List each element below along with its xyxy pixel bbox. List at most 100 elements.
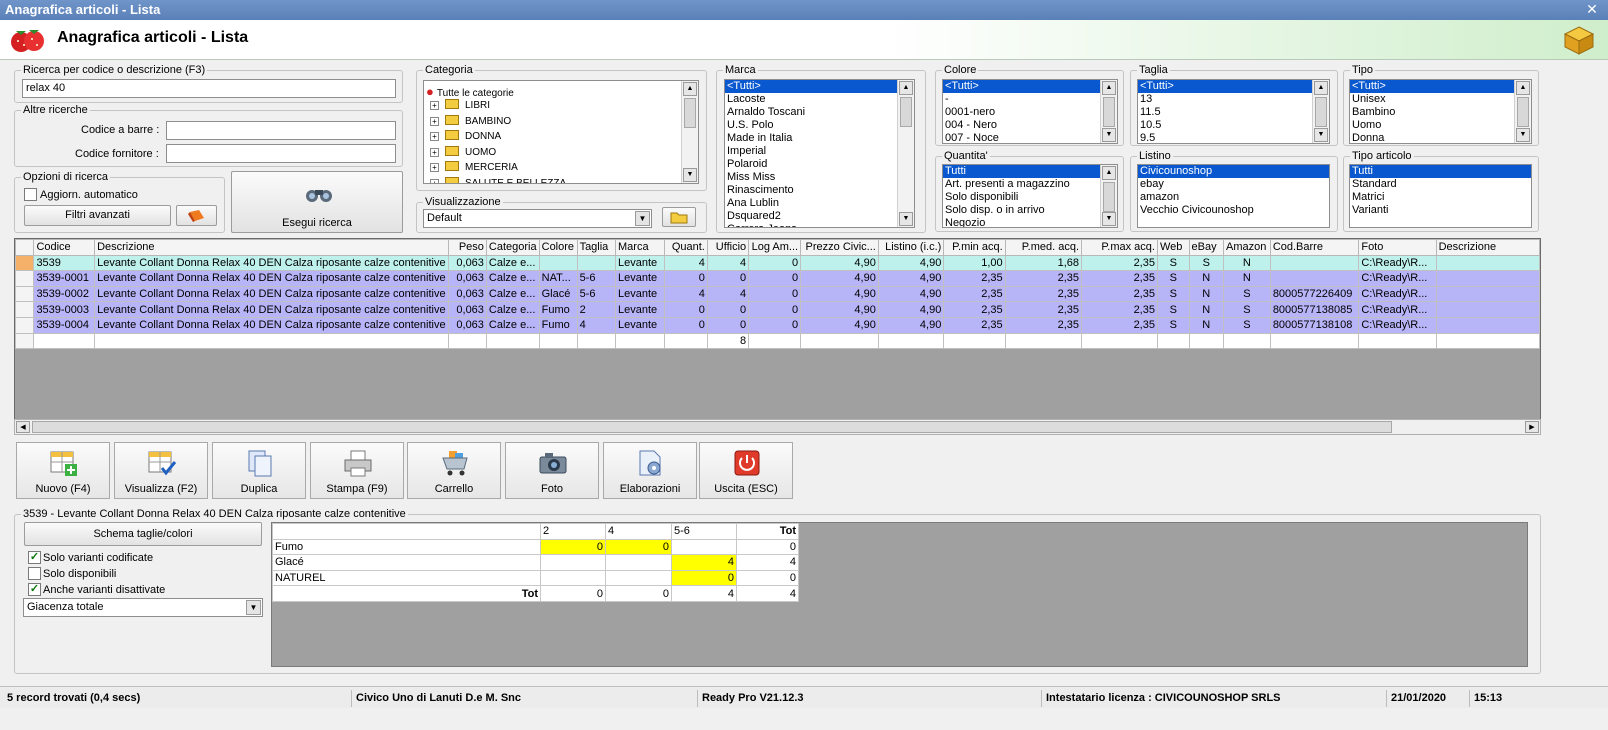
grid-cell-colore[interactable]: Fumo xyxy=(538,316,578,334)
scroll-thumb[interactable] xyxy=(1517,97,1529,127)
grid-cell-descrizione[interactable]: Levante Collant Donna Relax 40 DEN Calza… xyxy=(94,316,449,334)
grid-cell-categoria[interactable]: Calze e... xyxy=(485,316,540,334)
row-indicator[interactable] xyxy=(15,316,35,334)
scroll-up-icon[interactable]: ▲ xyxy=(1102,81,1116,95)
expand-icon[interactable]: + xyxy=(430,179,439,183)
photo-button[interactable]: Foto xyxy=(505,442,599,499)
grid-cell-categoria[interactable]: Calze e... xyxy=(485,254,540,272)
pricelist-option[interactable]: Civicounoshop xyxy=(1138,165,1329,178)
grid-scroll-thumb[interactable] xyxy=(32,421,1392,433)
grid-column-header[interactable]: Web xyxy=(1156,239,1190,256)
grid-cell-pmax[interactable]: 2,35 xyxy=(1081,254,1158,272)
only-available-checkbox[interactable] xyxy=(28,567,41,580)
grid-cell-listino[interactable]: 4,90 xyxy=(877,270,945,287)
scroll-thumb[interactable] xyxy=(1103,97,1115,127)
grid-cell-listino[interactable]: 4,90 xyxy=(877,316,945,334)
brand-option[interactable]: Carrera Jeans xyxy=(725,223,914,227)
clear-filters-button[interactable] xyxy=(176,205,217,226)
size-listbox[interactable]: <Tutti> 13 11.5 10.5 9.5 ▲ ▼ xyxy=(1137,79,1330,144)
grid-cell-taglia[interactable]: 5-6 xyxy=(576,270,617,287)
scroll-down-icon[interactable]: ▼ xyxy=(1314,128,1328,142)
grid-cell-barre[interactable]: 8000577138108 xyxy=(1269,316,1360,334)
category-item[interactable]: + SALUTE E BELLEZZA xyxy=(430,177,566,183)
grid-cell-web[interactable]: S xyxy=(1156,285,1190,303)
table-row[interactable]: 3539-0003 Levante Collant Donna Relax 40 … xyxy=(15,301,1540,318)
quantity-option[interactable]: Solo disponibili xyxy=(943,191,1117,204)
grid-column-header[interactable]: Taglia xyxy=(576,239,617,256)
article-type-option[interactable]: Matrici xyxy=(1350,191,1531,204)
category-item[interactable]: + BAMBINO xyxy=(430,114,511,127)
brand-option[interactable]: Miss Miss xyxy=(725,171,914,184)
grid-cell-prezzo[interactable]: 4,90 xyxy=(800,254,879,272)
size-option[interactable]: 9.5 xyxy=(1138,132,1329,143)
grid-column-header[interactable]: Foto xyxy=(1358,239,1437,256)
run-search-button[interactable]: Esegui ricerca xyxy=(231,171,403,233)
grid-cell-amazon[interactable]: N xyxy=(1222,270,1271,287)
type-option[interactable]: Unisex xyxy=(1350,93,1531,106)
grid-cell-codice[interactable]: 3539 xyxy=(33,254,96,272)
grid-cell-web[interactable]: S xyxy=(1156,316,1190,334)
grid-cell-peso[interactable]: 0,063 xyxy=(447,316,487,334)
color-option[interactable]: 004 - Nero xyxy=(943,119,1117,132)
grid-cell-barre[interactable] xyxy=(1269,270,1360,287)
listbox-scrollbar[interactable]: ▲ ▼ xyxy=(1514,80,1531,143)
stock-mode-select[interactable]: Giacenza totale ▼ xyxy=(23,598,263,617)
grid-cell-listino[interactable]: 4,90 xyxy=(877,301,945,318)
grid-cell-foto[interactable]: C:\Ready\R... xyxy=(1358,301,1437,318)
type-option[interactable]: <Tutti> xyxy=(1350,80,1531,93)
view-button[interactable]: Visualizza (F2) xyxy=(114,442,208,499)
scroll-up-icon[interactable]: ▲ xyxy=(1314,81,1328,95)
category-tree[interactable]: ● Tutte le categorie + LIBRI + BAMBINO + DONN… xyxy=(423,80,699,184)
grid-cell-descrizione[interactable]: Levante Collant Donna Relax 40 DEN Calza… xyxy=(94,301,449,318)
grid-cell-web[interactable]: S xyxy=(1156,270,1190,287)
grid-cell-prezzo[interactable]: 4,90 xyxy=(800,270,879,287)
grid-column-header[interactable]: P.min acq. xyxy=(943,239,1006,256)
cart-button[interactable]: Carrello xyxy=(407,442,501,499)
grid-cell-desc2[interactable] xyxy=(1435,285,1540,303)
grid-cell-marca[interactable]: Levante xyxy=(615,270,665,287)
grid-column-header[interactable]: P.max acq. xyxy=(1081,239,1158,256)
grid-cell-amazon[interactable]: S xyxy=(1222,285,1271,303)
grid-cell-ebay[interactable]: N xyxy=(1188,316,1224,334)
table-row[interactable]: 3539-0001 Levante Collant Donna Relax 40 … xyxy=(15,270,1540,287)
process-button[interactable]: Elaborazioni xyxy=(603,442,697,499)
color-option[interactable]: <Tutti> xyxy=(943,80,1117,93)
search-input[interactable]: relax 40 xyxy=(22,79,396,98)
grid-cell-amazon[interactable]: N xyxy=(1222,254,1271,272)
grid-column-header[interactable]: Quant. xyxy=(663,239,708,256)
category-item[interactable]: + UOMO xyxy=(430,145,496,158)
article-type-option[interactable]: Varianti xyxy=(1350,204,1531,217)
grid-cell-categoria[interactable]: Calze e... xyxy=(485,301,540,318)
grid-cell-ebay[interactable]: N xyxy=(1188,301,1224,318)
grid-cell-listino[interactable]: 4,90 xyxy=(877,254,945,272)
grid-cell-taglia[interactable]: 5-6 xyxy=(576,285,617,303)
grid-cell-foto[interactable]: C:\Ready\R... xyxy=(1358,285,1437,303)
grid-cell-colore[interactable] xyxy=(538,254,578,272)
matrix-cell[interactable] xyxy=(540,554,606,571)
grid-cell-desc2[interactable] xyxy=(1435,270,1540,287)
grid-cell-desc2[interactable] xyxy=(1435,254,1540,272)
grid-column-header[interactable]: Categoria xyxy=(485,239,540,256)
grid-cell-listino[interactable]: 4,90 xyxy=(877,285,945,303)
disabled-variants-checkbox[interactable]: ✓ xyxy=(28,583,41,596)
grid-cell-taglia[interactable] xyxy=(576,254,617,272)
grid-cell-categoria[interactable]: Calze e... xyxy=(485,270,540,287)
grid-cell-log[interactable]: 0 xyxy=(748,285,802,303)
brand-option[interactable]: Imperial xyxy=(725,145,914,158)
grid-cell-prezzo[interactable]: 4,90 xyxy=(800,316,879,334)
scroll-thumb[interactable] xyxy=(900,97,912,127)
scroll-down-icon[interactable]: ▼ xyxy=(899,212,913,226)
view-folder-button[interactable] xyxy=(662,207,696,227)
grid-cell-marca[interactable]: Levante xyxy=(615,316,665,334)
only-coded-variants-checkbox[interactable]: ✓ xyxy=(28,551,41,564)
grid-horizontal-scrollbar[interactable]: ◀ ▶ xyxy=(14,419,1541,435)
category-item[interactable]: + LIBRI xyxy=(430,99,490,111)
grid-cell-codice[interactable]: 3539-0001 xyxy=(33,270,96,287)
grid-cell-pmed[interactable]: 2,35 xyxy=(1004,270,1083,287)
grid-cell-pmin[interactable]: 2,35 xyxy=(943,301,1006,318)
grid-cell-peso[interactable]: 0,063 xyxy=(447,270,487,287)
matrix-cell[interactable] xyxy=(605,554,672,571)
grid-cell-barre[interactable] xyxy=(1269,254,1360,272)
brand-option[interactable]: Rinascimento xyxy=(725,184,914,197)
supplier-code-input[interactable] xyxy=(166,144,396,163)
